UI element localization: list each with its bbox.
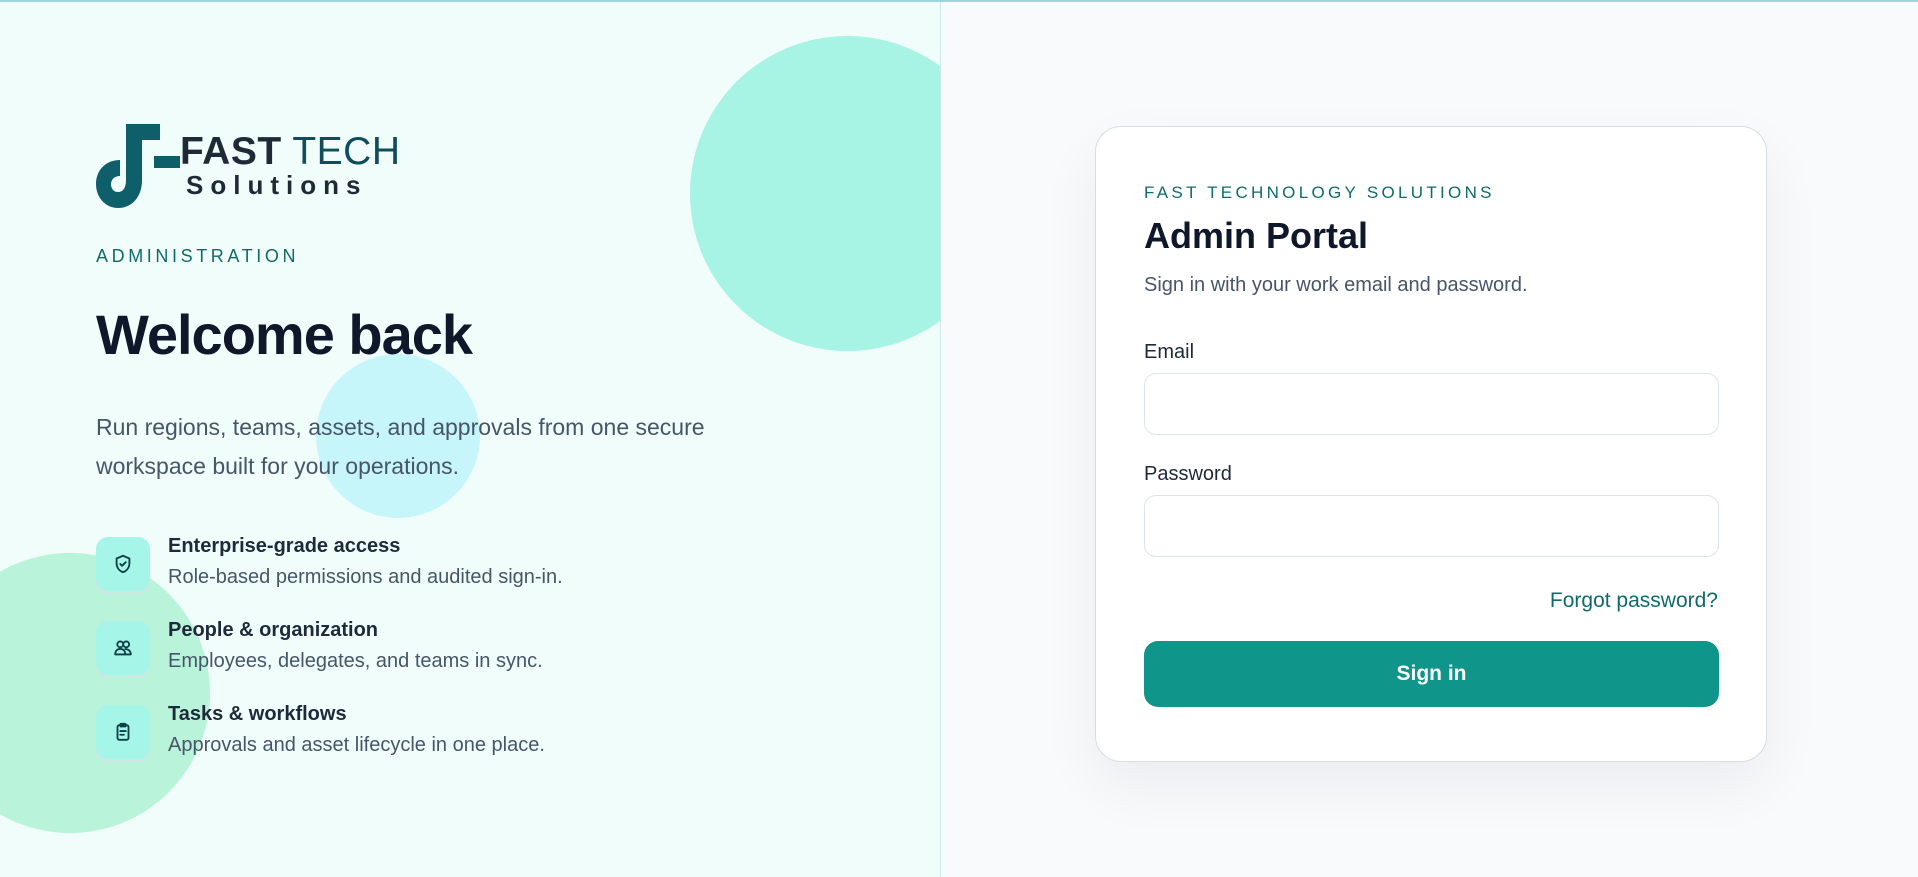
card-title: Admin Portal	[1144, 215, 1369, 256]
decorative-circle	[690, 36, 940, 351]
email-label: Email	[1144, 341, 1195, 363]
page-title: Welcome back	[96, 303, 473, 366]
logo-word-light: TECH	[292, 130, 401, 173]
hero-description: Run regions, teams, assets, and approval…	[96, 414, 705, 479]
shield-check-icon	[96, 537, 150, 591]
login-card: FAST TECHNOLOGY SOLUTIONS Admin Portal S…	[1095, 126, 1767, 762]
logo-wordmark: FAST TECH Solutions	[180, 130, 401, 200]
feature-title: Enterprise-grade access	[168, 535, 401, 557]
feature-description: Employees, delegates, and teams in sync.	[168, 650, 543, 672]
feature-title: Tasks & workflows	[168, 703, 347, 725]
feature-item: People & organization Employees, delegat…	[96, 619, 796, 703]
feature-item: Tasks & workflows Approvals and asset li…	[96, 703, 796, 787]
feature-description: Role-based permissions and audited sign-…	[168, 566, 563, 588]
logo-subtitle: Solutions	[186, 170, 368, 200]
email-field[interactable]	[1144, 373, 1719, 435]
card-eyebrow: FAST TECHNOLOGY SOLUTIONS	[1144, 183, 1495, 202]
feature-item: Enterprise-grade access Role-based permi…	[96, 535, 796, 619]
section-eyebrow: ADMINISTRATION	[96, 246, 300, 266]
brand-logo: FAST TECH Solutions	[96, 122, 400, 210]
users-icon	[96, 621, 150, 675]
feature-list: Enterprise-grade access Role-based permi…	[96, 535, 796, 787]
logo-word-bold: FAST	[180, 130, 282, 173]
feature-title: People & organization	[168, 619, 379, 641]
hero-panel: FAST TECH Solutions ADMINISTRATION Welco…	[0, 2, 941, 877]
forgot-password-link[interactable]: Forgot password?	[1550, 589, 1718, 613]
logo-mark-icon	[96, 124, 180, 208]
clipboard-icon	[96, 705, 150, 759]
sign-in-button[interactable]: Sign in	[1144, 641, 1719, 707]
card-subtitle: Sign in with your work email and passwor…	[1144, 274, 1528, 296]
password-field[interactable]	[1144, 495, 1719, 557]
feature-description: Approvals and asset lifecycle in one pla…	[168, 734, 545, 756]
password-label: Password	[1144, 463, 1232, 485]
